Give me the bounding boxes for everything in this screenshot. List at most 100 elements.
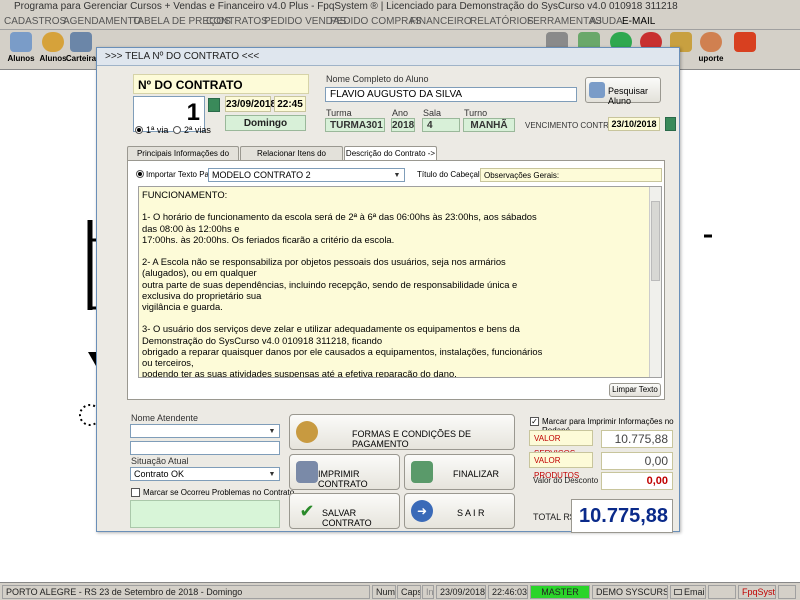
class-label: Turma xyxy=(326,108,352,118)
exit-button[interactable]: ➜ S A I R xyxy=(404,493,515,529)
chevron-down-icon: ▼ xyxy=(268,471,276,478)
menubar: CADASTROS AGENDAMENTO TABELA DE PREÇOS C… xyxy=(0,14,800,30)
header-title-field[interactable]: Observações Gerais: xyxy=(480,168,662,182)
toolbar-carteira-button[interactable]: Carteira xyxy=(64,32,98,68)
import-template-value: MODELO CONTRATO 2 xyxy=(212,170,311,180)
status-extra xyxy=(708,585,736,599)
year-label: Ano xyxy=(392,108,409,118)
payment-button[interactable]: FORMAS E CONDIÇÕES DE PAGAMENTO xyxy=(289,414,515,450)
menu-relatorios[interactable]: RELATÓRIOS xyxy=(470,15,534,29)
contract-dialog: >>> TELA Nº DO CONTRATO <<< Nº DO CONTRA… xyxy=(96,47,680,533)
coin-icon xyxy=(42,32,64,52)
tab-student-info[interactable]: Principais Informações do Aluno -> xyxy=(127,146,239,171)
problems-label: Marcar se Ocorreu Problemas no Contrato xyxy=(143,488,295,497)
tab-contract-description[interactable]: Descrição do Contrato -> xyxy=(344,146,437,161)
shift-value: MANHÃ xyxy=(463,118,515,132)
clear-text-button[interactable]: Limpar Texto xyxy=(609,383,661,397)
toolbar-label: Carteira xyxy=(65,54,97,63)
attendant-extra-field[interactable] xyxy=(130,441,280,455)
toolbar-alunos-button[interactable]: Alunos xyxy=(4,32,38,68)
contract-text: FUNCIONAMENTO: 1- O horário de funcionam… xyxy=(142,189,543,378)
situation-select[interactable]: Contrato OK ▼ xyxy=(130,467,280,481)
attendant-select[interactable]: ▼ xyxy=(130,424,280,438)
shift-label: Turno xyxy=(464,108,488,118)
total-value: 10.775,88 xyxy=(571,499,673,533)
status-date: 23/09/2018 xyxy=(436,585,486,599)
products-value: 0,00 xyxy=(601,452,673,470)
printer-icon xyxy=(296,461,318,483)
tab-contract-items[interactable]: Relacionar Itens do Contrato -> xyxy=(240,146,343,171)
students-icon xyxy=(10,32,32,52)
due-calendar-icon[interactable] xyxy=(665,117,676,131)
contract-weekday: Domingo xyxy=(225,115,306,131)
menu-contratos[interactable]: CONTRATOS xyxy=(206,15,268,29)
menu-ajuda[interactable]: AJUDA xyxy=(590,15,623,29)
status-location: PORTO ALEGRE - RS 23 de Setembro de 2018… xyxy=(2,585,370,599)
room-value: 4 xyxy=(422,118,460,132)
status-email-label: Email xyxy=(684,587,706,597)
toolbar-suporte-button[interactable]: uporte xyxy=(694,32,728,68)
print-contract-button[interactable]: IMPRIMIR CONTRATO xyxy=(289,454,400,490)
menu-cadastros[interactable]: CADASTROS xyxy=(4,15,66,29)
menu-pedido-compras[interactable]: PEDIDO COMPRAS xyxy=(330,15,422,29)
via1-radio[interactable] xyxy=(135,126,143,134)
total-label: TOTAL R$ xyxy=(533,512,575,522)
menu-email[interactable]: E-MAIL xyxy=(622,15,655,29)
finish-button-label: FINALIZAR xyxy=(453,469,500,479)
contract-text-area[interactable]: FUNCIONAMENTO: 1- O horário de funcionam… xyxy=(138,186,662,378)
mail-icon xyxy=(674,589,682,595)
scrollbar-thumb[interactable] xyxy=(651,201,660,281)
chevron-down-icon: ▼ xyxy=(393,172,401,179)
toolbar-exit-button[interactable] xyxy=(728,32,762,68)
exit-icon xyxy=(734,32,756,52)
search-student-label: Pesquisar Aluno xyxy=(608,86,649,106)
footer-print-checkbox[interactable]: ✓ xyxy=(530,417,539,426)
status-mode: MASTER xyxy=(530,585,590,599)
save-contract-label: SALVAR CONTRATO xyxy=(322,508,372,528)
search-student-button[interactable]: Pesquisar Aluno xyxy=(585,77,661,106)
save-contract-button[interactable]: ✔ SALVAR CONTRATO xyxy=(289,493,400,529)
situation-value: Contrato OK xyxy=(134,469,185,479)
status-license: DEMO SYSCURSO 4.0 xyxy=(592,585,668,599)
exit-arrow-icon: ➜ xyxy=(411,500,433,522)
problems-notes-field[interactable] xyxy=(130,500,280,528)
attendant-label: Nome Atendente xyxy=(131,413,199,423)
status-caps: Caps xyxy=(397,585,421,599)
calendar-icon[interactable] xyxy=(208,98,220,112)
print-contract-label: IMPRIMIR CONTRATO xyxy=(318,469,368,489)
exit-button-label: S A I R xyxy=(457,508,485,518)
room-label: Sala xyxy=(423,108,442,118)
contract-header: Nº DO CONTRATO xyxy=(138,78,243,92)
menu-agendamento[interactable]: AGENDAMENTO xyxy=(63,15,141,29)
status-email[interactable]: Email xyxy=(670,585,706,599)
import-radio[interactable] xyxy=(136,170,144,178)
contract-time: 22:45 xyxy=(274,96,306,112)
via2-label: 2ª vias xyxy=(184,125,211,135)
finish-button[interactable]: FINALIZAR xyxy=(404,454,515,490)
statusbar: PORTO ALEGRE - RS 23 de Setembro de 2018… xyxy=(0,582,800,600)
status-time: 22:46:03 xyxy=(488,585,528,599)
app-titlebar: Programa para Gerenciar Cursos + Vendas … xyxy=(0,0,800,14)
status-num: Num xyxy=(372,585,396,599)
toolbar-label: uporte xyxy=(698,54,724,63)
status-brand: FpqSystem xyxy=(738,585,776,599)
student-label: Nome Completo do Aluno xyxy=(326,74,429,84)
finish-icon xyxy=(411,461,433,483)
contract-number: 1 xyxy=(186,99,200,126)
contract-text-scrollbar[interactable] xyxy=(649,187,661,377)
due-value: 23/10/2018 xyxy=(608,117,660,131)
problems-checkbox[interactable] xyxy=(131,488,140,497)
coins-icon xyxy=(296,421,318,443)
import-template-select[interactable]: MODELO CONTRATO 2 ▼ xyxy=(208,168,405,182)
totals-panel: VALOR SERVIÇOS 10.775,88 VALOR PRODUTOS … xyxy=(529,430,677,540)
contract-header-panel: Nº DO CONTRATO xyxy=(133,74,309,94)
services-label: VALOR SERVIÇOS xyxy=(529,430,593,458)
student-name-field[interactable]: FLAVIO AUGUSTO DA SILVA xyxy=(325,87,577,102)
situation-label: Situação Atual xyxy=(131,456,189,466)
support-icon xyxy=(700,32,722,52)
via2-radio[interactable] xyxy=(173,126,181,134)
products-label: VALOR PRODUTOS xyxy=(529,452,593,480)
via1-label: 1ª via xyxy=(146,125,169,135)
menu-financeiro[interactable]: FINANCEIRO xyxy=(410,15,472,29)
app-title: Programa para Gerenciar Cursos + Vendas … xyxy=(14,1,678,12)
